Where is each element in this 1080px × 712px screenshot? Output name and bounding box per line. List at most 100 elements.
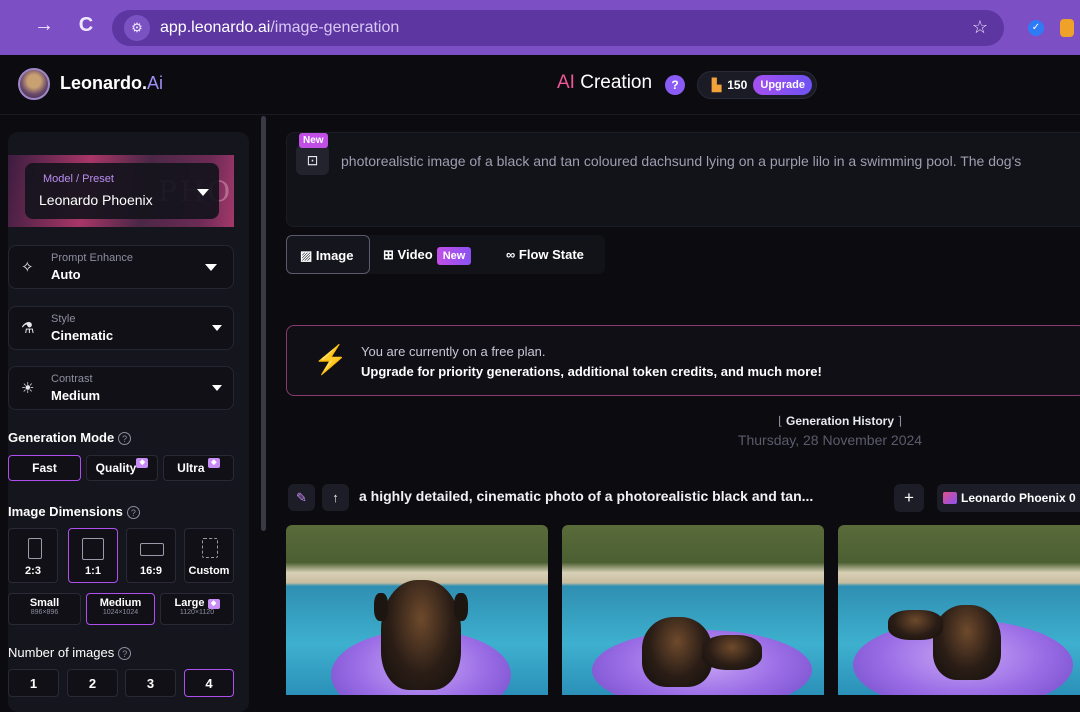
- generated-image[interactable]: [562, 525, 824, 695]
- help-circle-icon[interactable]: ?: [126, 506, 140, 519]
- brand-name[interactable]: Leonardo.Ai: [60, 73, 163, 94]
- image-dimensions-heading: Image Dimensions: [8, 504, 123, 519]
- add-button[interactable]: +: [894, 484, 924, 512]
- bracket-right-icon: ⌉: [894, 414, 903, 428]
- contrast-label: Contrast: [51, 373, 93, 385]
- prompt-enhance-label: Prompt Enhance: [51, 252, 133, 264]
- generation-history-label: Generation History: [785, 414, 895, 428]
- model-chip[interactable]: Leonardo Phoenix 0: [937, 484, 1080, 512]
- contrast-select[interactable]: ☀ Contrast Medium: [8, 366, 234, 410]
- model-thumbnail-icon: [943, 492, 957, 504]
- size-large-label: Large: [174, 597, 205, 609]
- premium-gem-icon: ◆: [207, 599, 220, 609]
- dachshund-body: [888, 610, 943, 640]
- style-select[interactable]: ⚗ Style Cinematic: [8, 306, 234, 350]
- video-tab-icon: ⊞: [383, 247, 398, 262]
- sun-icon: ☀: [21, 380, 35, 397]
- ratio-16-9-button[interactable]: 16:9: [126, 528, 176, 583]
- url-text: app.leonardo.ai/image-generation: [160, 19, 399, 37]
- leonardo-logo-icon[interactable]: [18, 68, 50, 100]
- magic-wand-icon[interactable]: ✎: [288, 484, 315, 511]
- ratio-2-3-button[interactable]: 2:3: [8, 528, 58, 583]
- premium-gem-icon: ◆: [136, 458, 149, 468]
- upgrade-message: Upgrade for priority generations, additi…: [361, 364, 822, 379]
- app-header: Leonardo.Ai AI Creation ? ▙ 150 Upgrade: [0, 55, 1080, 115]
- address-bar[interactable]: ⚙ app.leonardo.ai/image-generation ☆: [112, 10, 1004, 46]
- images-count-3-button[interactable]: 3: [125, 669, 176, 697]
- dachshund: [933, 605, 1001, 680]
- generated-image[interactable]: [838, 525, 1080, 695]
- generation-mode-heading: Generation Mode: [8, 430, 115, 445]
- ratio-1-1-label: 1:1: [85, 565, 101, 577]
- free-plan-banner[interactable]: ⚡ You are currently on a free plan. Upgr…: [286, 325, 1080, 396]
- extension-icon[interactable]: [1060, 19, 1074, 37]
- generation-history-title: ⌊ Generation History ⌉: [740, 414, 940, 428]
- images-count-1-button[interactable]: 1: [8, 669, 59, 697]
- token-coin-icon: ▙: [712, 78, 722, 92]
- ratio-custom-button[interactable]: Custom: [184, 528, 234, 583]
- image-prompt-icon[interactable]: ⊡: [296, 145, 329, 175]
- prompt-text[interactable]: photorealistic image of a black and tan …: [341, 153, 1080, 169]
- forward-arrow-icon[interactable]: →: [24, 14, 64, 37]
- size-medium-button[interactable]: Medium 1024×1024: [86, 593, 155, 625]
- model-preset-select[interactable]: Model / Preset Leonardo Phoenix: [25, 163, 219, 219]
- token-count: 150: [727, 78, 748, 92]
- new-badge: New: [299, 133, 328, 148]
- help-circle-icon[interactable]: ?: [118, 432, 132, 445]
- number-of-images-heading: Number of images: [8, 645, 115, 660]
- style-value: Cinematic: [51, 328, 114, 343]
- page-title-rest: Creation: [574, 72, 653, 93]
- image-dimensions-title: Image Dimensions?: [8, 504, 140, 519]
- sidebar-scrollbar[interactable]: [261, 116, 266, 531]
- images-count-2-button[interactable]: 2: [67, 669, 118, 697]
- upgrade-button[interactable]: Upgrade: [753, 75, 812, 95]
- free-plan-notice: You are currently on a free plan.: [361, 344, 546, 359]
- ratio-1-1-button[interactable]: 1:1: [68, 528, 118, 583]
- dachshund: [381, 580, 461, 690]
- style-label: Style: [51, 313, 76, 325]
- tab-video[interactable]: ⊞ Video New: [383, 235, 491, 274]
- custom-ratio-icon: [202, 538, 218, 558]
- contrast-value: Medium: [51, 388, 101, 403]
- page-title-ai: AI: [557, 72, 575, 93]
- mode-fast-button[interactable]: Fast: [8, 455, 81, 481]
- dog-ear: [374, 593, 388, 621]
- premium-gem-icon: ◆: [207, 458, 220, 468]
- prompt-enhance-value: Auto: [51, 267, 81, 282]
- portrait-ratio-icon: [28, 538, 42, 559]
- site-settings-icon[interactable]: ⚙: [124, 15, 150, 41]
- bookmark-star-icon[interactable]: ☆: [972, 17, 988, 38]
- help-icon[interactable]: ?: [665, 75, 685, 95]
- tab-video-label: Video: [397, 247, 433, 262]
- mode-ultra-button[interactable]: Ultra ◆: [163, 455, 234, 481]
- prompt-input[interactable]: [286, 132, 1080, 227]
- arrow-up-icon[interactable]: ↑: [322, 484, 349, 511]
- reload-icon[interactable]: C: [66, 14, 106, 37]
- tab-image[interactable]: ▨ Image: [286, 235, 370, 274]
- ratio-16-9-label: 16:9: [139, 565, 163, 577]
- size-large-button[interactable]: Large ◆ 1120×1120: [160, 593, 234, 625]
- size-large-row: Large ◆: [161, 597, 233, 609]
- generated-image[interactable]: [286, 525, 548, 695]
- browser-toolbar: → C ⚙ app.leonardo.ai/image-generation ☆…: [0, 0, 1080, 55]
- mode-quality-button[interactable]: Quality ◆: [86, 455, 158, 481]
- generation-prompt[interactable]: a highly detailed, cinematic photo of a …: [359, 488, 813, 504]
- size-small-dims: 896×896: [30, 609, 59, 616]
- tab-flow-state[interactable]: ∞ Flow State: [506, 235, 602, 274]
- chevron-down-icon: [197, 189, 209, 196]
- images-count-4-button[interactable]: 4: [184, 669, 234, 697]
- generation-mode-title: Generation Mode?: [8, 430, 132, 445]
- help-circle-icon[interactable]: ?: [118, 647, 132, 660]
- size-small-button[interactable]: Small 896×896: [8, 593, 81, 625]
- url-host: app.leonardo.ai: [160, 19, 271, 36]
- mode-quality-label: Quality: [95, 461, 137, 475]
- tab-image-label: Image: [315, 248, 354, 263]
- generation-date: Thursday, 28 November 2024: [737, 432, 923, 448]
- size-small-label: Small: [29, 597, 60, 609]
- token-balance[interactable]: ▙ 150 Upgrade: [697, 71, 817, 99]
- sparkles-icon: ✧: [21, 259, 34, 276]
- flask-icon: ⚗: [21, 320, 35, 337]
- prompt-enhance-select[interactable]: ✧ Prompt Enhance Auto: [8, 245, 234, 289]
- ratio-custom-label: Custom: [188, 565, 230, 577]
- extension-check-icon[interactable]: ✓: [1028, 20, 1044, 36]
